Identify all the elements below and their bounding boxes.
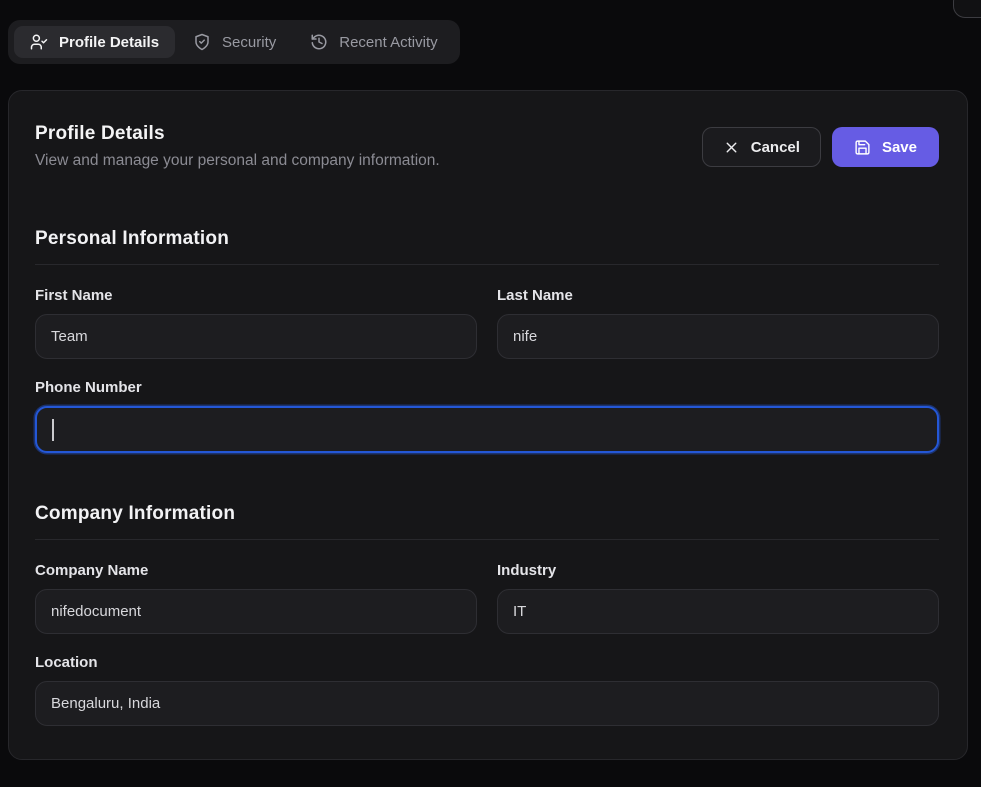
first-name-label: First Name	[35, 287, 477, 304]
first-name-field-group: First Name	[35, 287, 477, 359]
company-name-label: Company Name	[35, 562, 477, 579]
offscreen-panel-corner	[953, 0, 981, 18]
section-company-information: Company Information Company Name Industr…	[35, 503, 939, 726]
tab-recent-activity[interactable]: Recent Activity	[294, 26, 453, 58]
phone-field-group: Phone Number	[35, 379, 939, 453]
location-input[interactable]	[35, 681, 939, 726]
page-title: Profile Details	[35, 123, 440, 145]
last-name-field-group: Last Name	[497, 287, 939, 359]
section-divider	[35, 539, 939, 540]
header-actions: Cancel Save	[702, 127, 939, 167]
last-name-input[interactable]	[497, 314, 939, 359]
profile-tabbar: Profile Details Security Recent Activity	[8, 20, 460, 64]
page-subtitle: View and manage your personal and compan…	[35, 152, 440, 170]
save-icon	[854, 139, 871, 156]
profile-details-card: Profile Details View and manage your per…	[8, 90, 968, 760]
section-divider	[35, 264, 939, 265]
tab-security[interactable]: Security	[177, 26, 292, 58]
location-field-group: Location	[35, 654, 939, 726]
tab-label: Recent Activity	[339, 34, 437, 51]
phone-number-input[interactable]	[35, 406, 939, 453]
phone-input-wrap	[35, 406, 939, 453]
card-header-text: Profile Details View and manage your per…	[35, 123, 440, 170]
cancel-button-label: Cancel	[751, 139, 800, 156]
company-name-input[interactable]	[35, 589, 477, 634]
history-icon	[310, 33, 328, 51]
close-icon	[723, 139, 740, 156]
shield-check-icon	[193, 33, 211, 51]
tab-label: Profile Details	[59, 34, 159, 51]
industry-input[interactable]	[497, 589, 939, 634]
section-personal-information: Personal Information First Name Last Nam…	[35, 228, 939, 453]
company-row: Company Name Industry	[35, 560, 939, 634]
industry-field-group: Industry	[497, 562, 939, 634]
personal-name-row: First Name Last Name	[35, 285, 939, 359]
tab-label: Security	[222, 34, 276, 51]
save-button-label: Save	[882, 139, 917, 156]
personal-information-heading: Personal Information	[35, 228, 939, 250]
location-label: Location	[35, 654, 939, 671]
phone-number-label: Phone Number	[35, 379, 939, 396]
last-name-label: Last Name	[497, 287, 939, 304]
tab-profile-details[interactable]: Profile Details	[14, 26, 175, 58]
first-name-input[interactable]	[35, 314, 477, 359]
user-check-icon	[30, 33, 48, 51]
text-cursor	[52, 419, 54, 441]
company-information-heading: Company Information	[35, 503, 939, 525]
save-button[interactable]: Save	[832, 127, 939, 167]
company-name-field-group: Company Name	[35, 562, 477, 634]
cancel-button[interactable]: Cancel	[702, 127, 821, 167]
card-header: Profile Details View and manage your per…	[35, 123, 939, 170]
industry-label: Industry	[497, 562, 939, 579]
